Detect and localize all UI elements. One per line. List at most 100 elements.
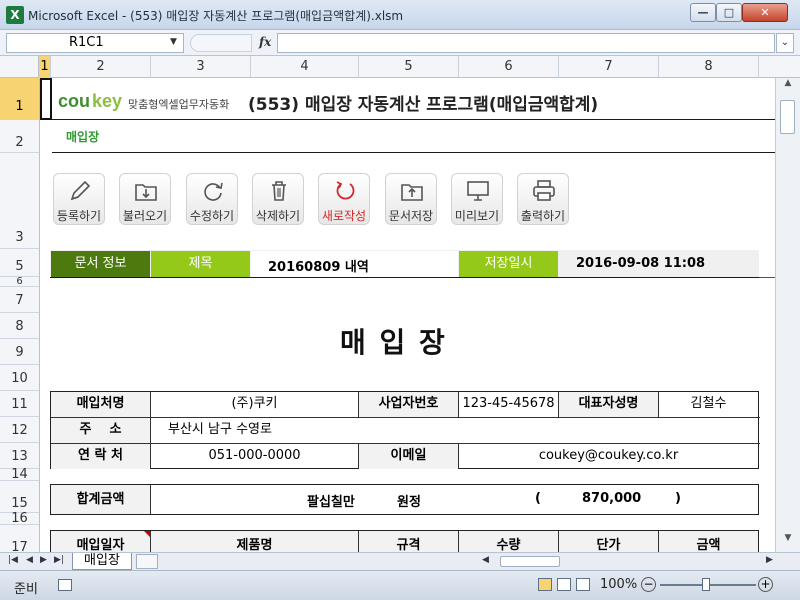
printer-icon xyxy=(533,180,555,201)
email-label: 이메일 xyxy=(359,444,459,469)
next-sheet-icon[interactable]: ▶ xyxy=(40,555,47,565)
row-header[interactable]: 9 xyxy=(0,339,39,365)
scroll-up-icon[interactable]: ▲ xyxy=(780,78,796,94)
row-header[interactable]: 5 xyxy=(0,249,39,277)
zoom-level[interactable]: 100% xyxy=(600,577,637,592)
horizontal-scrollbar[interactable]: ◀ ▶ xyxy=(470,555,790,569)
select-all-corner[interactable] xyxy=(0,56,39,78)
bizno-value[interactable]: 123-45-45678 xyxy=(459,392,559,417)
close-button[interactable]: ✕ xyxy=(742,3,788,22)
edit-label: 수정하기 xyxy=(189,209,235,223)
row-header[interactable]: 15 xyxy=(0,481,39,513)
excel-app-icon[interactable]: X xyxy=(6,6,24,24)
column-header[interactable]: 4 xyxy=(251,56,359,78)
column-header[interactable]: 8 xyxy=(659,56,759,78)
load-label: 불러오기 xyxy=(122,209,168,223)
edit-button[interactable]: 수정하기 xyxy=(186,173,238,225)
sheet-title: (553) 매입장 자동계산 프로그램(매입금액합계) xyxy=(248,95,599,115)
zoom-in-icon[interactable]: + xyxy=(758,577,773,592)
row-header[interactable]: 2 xyxy=(0,120,39,153)
items-header-qty: 수량 xyxy=(459,531,559,552)
subtitle-underline xyxy=(52,152,775,153)
formula-input[interactable] xyxy=(277,33,775,53)
insert-function-icon[interactable]: fx xyxy=(259,35,271,49)
scroll-down-icon[interactable]: ▼ xyxy=(780,533,796,549)
sheet-subtitle: 매입장 xyxy=(66,130,100,144)
print-button[interactable]: 출력하기 xyxy=(517,173,569,225)
column-header[interactable]: 6 xyxy=(459,56,559,78)
new-cycle-icon xyxy=(336,181,355,200)
row-header[interactable]: 10 xyxy=(0,365,39,391)
vertical-scrollbar[interactable]: ▲ ▼ xyxy=(775,78,800,552)
minimize-button[interactable]: — xyxy=(690,3,716,22)
tab-sheet-active[interactable]: 매입장 xyxy=(72,553,132,570)
column-header[interactable]: 2 xyxy=(51,56,151,78)
normal-view-icon[interactable] xyxy=(538,578,552,591)
last-sheet-icon[interactable]: ▶| xyxy=(54,555,64,565)
scroll-right-icon[interactable]: ▶ xyxy=(766,555,773,565)
expand-formula-bar-icon[interactable]: ⌄ xyxy=(776,33,794,53)
vendor-name-value[interactable]: (주)쿠키 xyxy=(151,392,359,417)
page-layout-view-icon[interactable] xyxy=(557,578,571,591)
name-box[interactable]: R1C1 xyxy=(6,33,184,53)
row-header[interactable]: 16 xyxy=(0,512,39,525)
prev-sheet-icon[interactable]: ◀ xyxy=(26,555,33,565)
title-bar: X Microsoft Excel - (553) 매입장 자동계산 프로그램(… xyxy=(0,0,800,30)
row-header[interactable]: 1 xyxy=(0,78,39,120)
insert-sheet-icon[interactable] xyxy=(136,554,158,569)
vendor-table: 매입처명 (주)쿠키 사업자번호 123-45-45678 대표자성명 김철수 … xyxy=(50,391,760,469)
maximize-icon: □ xyxy=(723,6,735,19)
comment-indicator[interactable] xyxy=(144,531,150,537)
save-button[interactable]: 문서저장 xyxy=(385,173,437,225)
folder-upload-icon xyxy=(401,184,423,201)
macro-record-icon[interactable] xyxy=(58,579,72,591)
column-header[interactable]: 3 xyxy=(151,56,251,78)
docinfo-saved-value: 2016-09-08 11:08 xyxy=(576,256,706,271)
maximize-button[interactable]: □ xyxy=(716,3,742,22)
window-title: Microsoft Excel - (553) 매입장 자동계산 프로그램(매입… xyxy=(28,9,404,23)
items-table: 매입일자 제품명 규격 수량 단가 금액 xyxy=(50,530,759,552)
total-korean: 팔십칠만 xyxy=(307,495,355,510)
row-header[interactable]: 8 xyxy=(0,313,39,339)
items-header-spec: 규격 xyxy=(359,531,459,552)
register-button[interactable]: 등록하기 xyxy=(53,173,105,225)
load-button[interactable]: 불러오기 xyxy=(119,173,171,225)
phone-value[interactable]: 051-000-0000 xyxy=(151,444,359,469)
active-cell[interactable] xyxy=(40,78,52,120)
address-value[interactable]: 부산시 남구 수영로 xyxy=(151,418,758,443)
title-underline xyxy=(52,119,775,120)
formula-buttons[interactable] xyxy=(190,34,252,52)
total-open-paren: ( xyxy=(535,491,541,506)
row-header[interactable]: 12 xyxy=(0,417,39,443)
ceo-value[interactable]: 김철수 xyxy=(659,392,758,417)
email-value[interactable]: coukey@coukey.co.kr xyxy=(459,444,758,469)
logo-key: key xyxy=(92,91,123,111)
zoom-slider-thumb[interactable] xyxy=(702,578,710,591)
row-header[interactable]: 17 xyxy=(0,525,39,552)
row-header[interactable]: 7 xyxy=(0,287,39,313)
name-box-dropdown-icon[interactable]: ▼ xyxy=(170,37,177,47)
row-header[interactable]: 3 xyxy=(0,153,39,249)
preview-button[interactable]: 미리보기 xyxy=(451,173,503,225)
first-sheet-icon[interactable]: |◀ xyxy=(8,555,18,565)
worksheet[interactable]: cou key 맞춤형엑셀업무자동화 (553) 매입장 자동계산 프로그램(매… xyxy=(40,78,775,552)
column-header[interactable]: 7 xyxy=(559,56,659,78)
page-break-view-icon[interactable] xyxy=(576,578,590,591)
docinfo-underline-ext xyxy=(759,277,775,278)
row-header[interactable]: 13 xyxy=(0,443,39,469)
zoom-out-icon[interactable]: − xyxy=(641,577,656,592)
row-header[interactable]: 14 xyxy=(0,468,39,481)
column-header[interactable]: 5 xyxy=(359,56,459,78)
vertical-scroll-thumb[interactable] xyxy=(780,100,795,134)
delete-button[interactable]: 삭제하기 xyxy=(252,173,304,225)
new-button[interactable]: 새로작성 xyxy=(318,173,370,225)
monitor-icon xyxy=(467,181,489,201)
row-header[interactable]: 11 xyxy=(0,391,39,417)
print-label: 출력하기 xyxy=(520,209,566,223)
row-header[interactable]: 6 xyxy=(0,277,39,287)
column-header[interactable]: 1 xyxy=(39,56,51,78)
trash-icon xyxy=(272,181,286,201)
scroll-left-icon[interactable]: ◀ xyxy=(482,555,489,565)
horizontal-scroll-thumb[interactable] xyxy=(500,556,560,567)
total-label: 합계금액 xyxy=(51,485,151,514)
